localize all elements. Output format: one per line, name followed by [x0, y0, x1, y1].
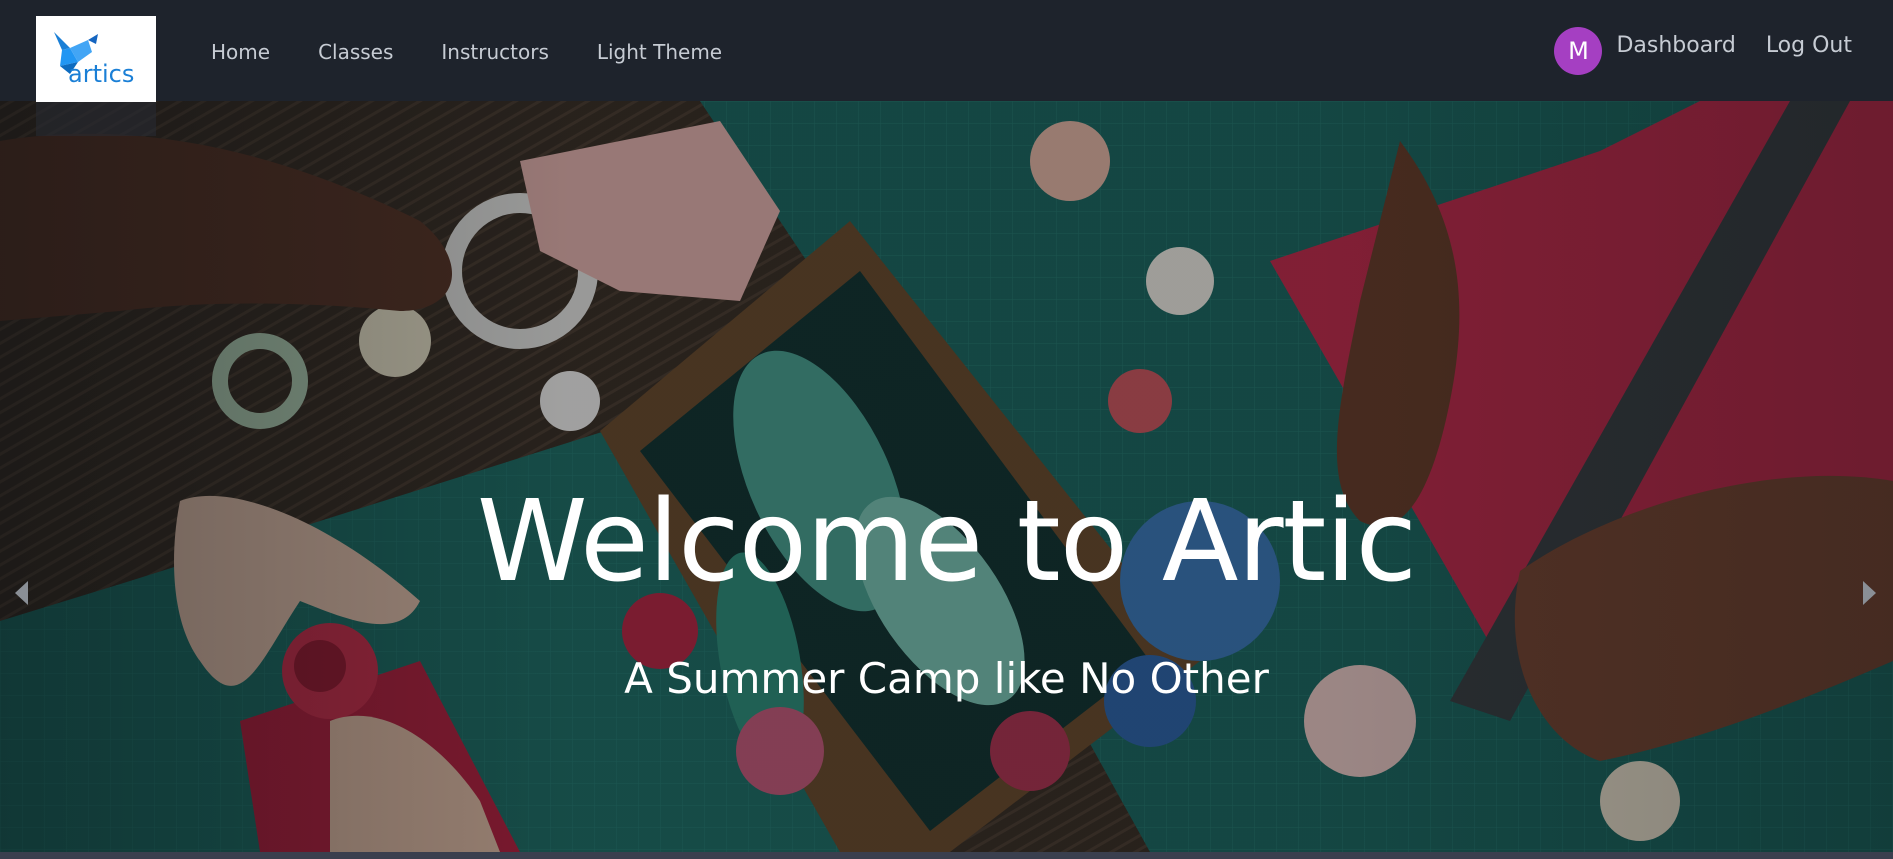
nav-light-theme[interactable]: Light Theme: [597, 40, 722, 64]
top-navbar: artics Home Classes Instructors Light Th…: [0, 0, 1893, 102]
avatar[interactable]: M: [1554, 27, 1603, 75]
hero-subtitle: A Summer Camp like No Other: [624, 654, 1269, 703]
caret-right-icon: [1863, 581, 1876, 605]
main-nav: Home Classes Instructors Light Theme: [211, 40, 770, 64]
nav-instructors[interactable]: Instructors: [441, 40, 548, 64]
logout-link[interactable]: Log Out: [1766, 33, 1852, 58]
nav-classes[interactable]: Classes: [318, 40, 393, 64]
carousel-next-button[interactable]: [1849, 569, 1889, 617]
nav-home[interactable]: Home: [211, 40, 270, 64]
hero-carousel: Welcome to Artic A Summer Camp like No O…: [0, 101, 1893, 852]
bottom-divider: [0, 852, 1893, 859]
carousel-prev-button[interactable]: [2, 569, 42, 617]
logo-shadow: [36, 102, 156, 136]
logo-text: artics: [68, 60, 135, 88]
dashboard-link[interactable]: Dashboard: [1616, 33, 1735, 58]
brand-logo[interactable]: artics: [36, 16, 156, 102]
hero-title: Welcome to Artic: [476, 477, 1417, 607]
caret-left-icon: [15, 581, 28, 605]
user-nav: M Dashboard Log Out: [1554, 27, 1852, 75]
